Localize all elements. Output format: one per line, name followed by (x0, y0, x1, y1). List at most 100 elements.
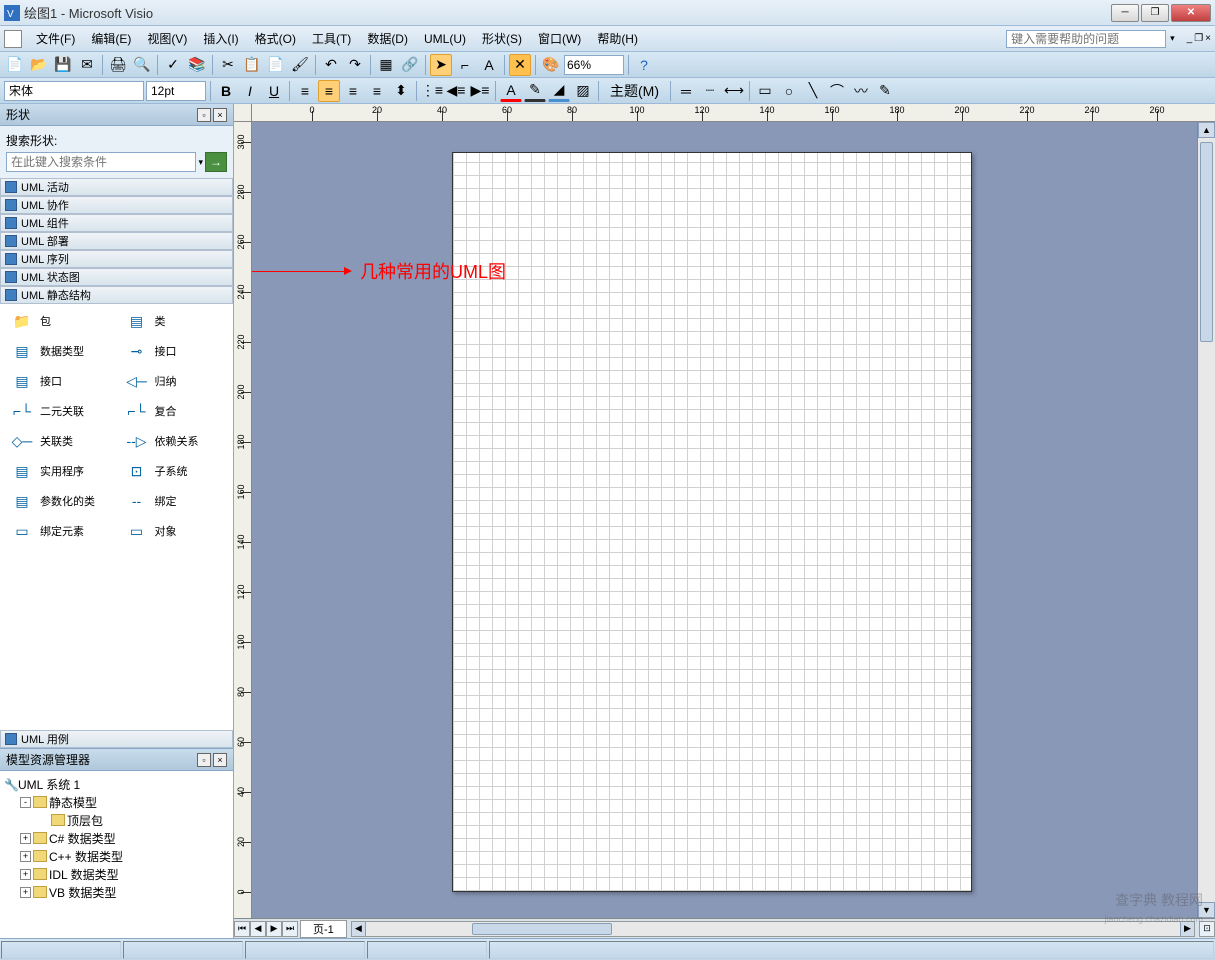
minimize-button[interactable]: ─ (1111, 4, 1139, 22)
insert-hyperlink-button[interactable]: 🔗 (399, 54, 421, 76)
shape-item[interactable]: ⌐└二元关联 (4, 398, 115, 424)
scroll-right-button[interactable]: ▶ (1180, 922, 1194, 936)
open-button[interactable]: 📂 (28, 54, 50, 76)
underline-button[interactable]: U (263, 80, 285, 102)
distribute-button[interactable]: ⬍ (390, 80, 412, 102)
new-button[interactable]: 📄 (4, 54, 26, 76)
tree-node[interactable]: 顶层包 (4, 811, 229, 829)
freeform-tool-button[interactable]: 〰 (850, 80, 872, 102)
align-right-button[interactable]: ≡ (342, 80, 364, 102)
expand-icon[interactable]: + (20, 833, 31, 844)
stencil-item[interactable]: UML 组件 (0, 214, 233, 232)
scroll-thumb[interactable] (1200, 142, 1213, 342)
menu-help[interactable]: 帮助(H) (589, 28, 646, 49)
arc-tool-button[interactable]: ⌒ (826, 80, 848, 102)
stencil-item[interactable]: UML 序列 (0, 250, 233, 268)
tree-node[interactable]: +VB 数据类型 (4, 883, 229, 901)
theme-button[interactable]: 主题(M) (603, 80, 666, 102)
print-button[interactable]: 🖨 (107, 54, 129, 76)
font-size-select[interactable] (146, 81, 206, 101)
shape-item[interactable]: ▭绑定元素 (4, 518, 115, 544)
search-go-button[interactable]: → (205, 152, 227, 172)
shape-item[interactable]: ⊡子系统 (119, 458, 230, 484)
menu-format[interactable]: 格式(O) (247, 28, 304, 49)
spelling-button[interactable]: ✓ (162, 54, 184, 76)
connection-point-button[interactable]: ✕ (509, 54, 531, 76)
tab-nav-last[interactable]: ⏭ (282, 921, 298, 937)
line-tool-button[interactable]: ╲ (802, 80, 824, 102)
align-justify-button[interactable]: ≡ (366, 80, 388, 102)
shape-item[interactable]: ▭对象 (119, 518, 230, 544)
connector-tool-button[interactable]: ⌐ (454, 54, 476, 76)
decrease-indent-button[interactable]: ◀≡ (445, 80, 467, 102)
vertical-scrollbar[interactable]: ▲ ▼ (1197, 122, 1215, 918)
format-painter-button[interactable]: 🖌 (289, 54, 311, 76)
scroll-up-button[interactable]: ▲ (1198, 122, 1215, 138)
doc-minimize-button[interactable]: _ (1187, 33, 1193, 44)
doc-restore-button[interactable]: ❐ (1194, 33, 1203, 44)
bold-button[interactable]: B (215, 80, 237, 102)
shapes-window-button[interactable]: ▦ (375, 54, 397, 76)
ruler-vertical[interactable]: 3002802602402202001801601401201008060402… (234, 122, 252, 918)
email-button[interactable]: ✉ (76, 54, 98, 76)
fill-button[interactable]: 🎨 (540, 54, 562, 76)
save-button[interactable]: 💾 (52, 54, 74, 76)
align-center-button[interactable]: ≡ (318, 80, 340, 102)
close-button[interactable]: ✕ (1171, 4, 1211, 22)
shape-item[interactable]: ▤实用程序 (4, 458, 115, 484)
shape-item[interactable]: 📁包 (4, 308, 115, 334)
shadow-button[interactable]: ▨ (572, 80, 594, 102)
shape-item[interactable]: ◁─归纳 (119, 368, 230, 394)
paste-button[interactable]: 📄 (265, 54, 287, 76)
fill-color-button[interactable]: ◢ (548, 80, 570, 102)
redo-button[interactable]: ↷ (344, 54, 366, 76)
stencil-item[interactable]: UML 静态结构 (0, 286, 233, 304)
model-tree[interactable]: 🔧UML 系统 1-静态模型顶层包+C# 数据类型+C++ 数据类型+IDL 数… (0, 771, 233, 938)
zoom-fit-button[interactable]: ⊡ (1199, 921, 1215, 937)
line-pattern-button[interactable]: ┈ (699, 80, 721, 102)
page-tab-1[interactable]: 页-1 (300, 920, 347, 938)
line-weight-button[interactable]: ═ (675, 80, 697, 102)
tab-nav-next[interactable]: ▶ (266, 921, 282, 937)
shape-item[interactable]: ▤接口 (4, 368, 115, 394)
expand-icon[interactable]: + (20, 887, 31, 898)
menu-insert[interactable]: 插入(I) (195, 28, 246, 49)
help-dropdown-icon[interactable]: ▾ (1170, 33, 1175, 44)
copy-button[interactable]: 📋 (241, 54, 263, 76)
ellipse-tool-button[interactable]: ○ (778, 80, 800, 102)
menu-data[interactable]: 数据(D) (359, 28, 416, 49)
tab-nav-prev[interactable]: ◀ (250, 921, 266, 937)
italic-button[interactable]: I (239, 80, 261, 102)
line-color-button[interactable]: ✎ (524, 80, 546, 102)
shapes-panel-close-button[interactable]: × (213, 108, 227, 122)
shape-item[interactable]: ▤参数化的类 (4, 488, 115, 514)
line-ends-button[interactable]: ⟷ (723, 80, 745, 102)
pencil-tool-button[interactable]: ✎ (874, 80, 896, 102)
help-search-input[interactable] (1006, 30, 1166, 48)
stencil-item[interactable]: UML 协作 (0, 196, 233, 214)
zoom-select[interactable] (564, 55, 624, 75)
menu-edit[interactable]: 编辑(E) (83, 28, 139, 49)
menu-window[interactable]: 窗口(W) (530, 28, 589, 49)
drawing-page[interactable] (452, 152, 972, 892)
tree-node[interactable]: -静态模型 (4, 793, 229, 811)
stencil-item-usecase[interactable]: UML 用例 (0, 730, 233, 748)
shape-item[interactable]: ◇─关联类 (4, 428, 115, 454)
shape-item[interactable]: ▤类 (119, 308, 230, 334)
shape-item[interactable]: --▷依赖关系 (119, 428, 230, 454)
expand-icon[interactable]: + (20, 869, 31, 880)
document-icon[interactable] (4, 30, 22, 48)
tree-node[interactable]: +C# 数据类型 (4, 829, 229, 847)
tab-nav-first[interactable]: ⏮ (234, 921, 250, 937)
pointer-tool-button[interactable]: ➤ (430, 54, 452, 76)
help-button[interactable]: ? (633, 54, 655, 76)
rectangle-tool-button[interactable]: ▭ (754, 80, 776, 102)
font-color-button[interactable]: A (500, 80, 522, 102)
shape-item[interactable]: ⌐└复合 (119, 398, 230, 424)
canvas-scroll[interactable]: 几种常用的UML图 (252, 122, 1197, 918)
shape-item[interactable]: --绑定 (119, 488, 230, 514)
menu-view[interactable]: 视图(V) (139, 28, 195, 49)
scroll-down-button[interactable]: ▼ (1198, 902, 1215, 918)
text-tool-button[interactable]: A (478, 54, 500, 76)
scroll-left-button[interactable]: ◀ (352, 922, 366, 936)
